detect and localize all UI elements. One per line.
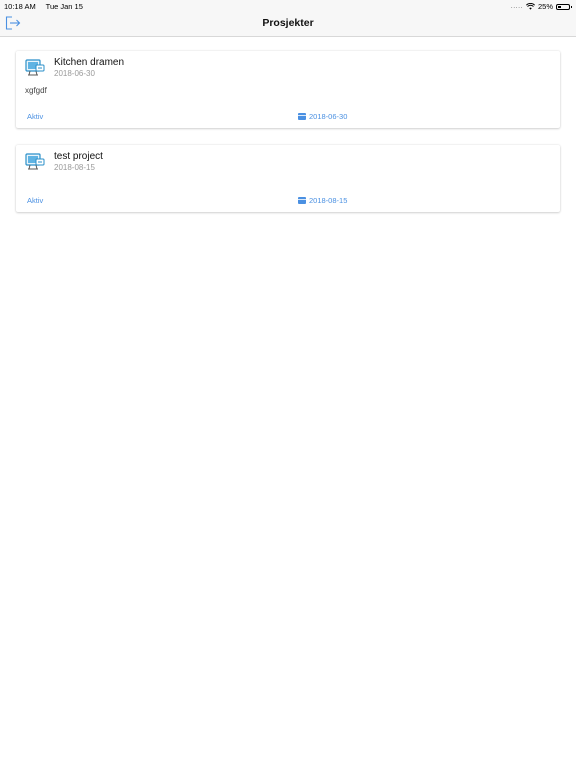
project-date: 2018-08-15 [54,163,95,172]
status-date: Tue Jan 15 [45,2,83,11]
status-left: 10:18 AM Tue Jan 15 [4,2,91,11]
project-icon [25,153,45,170]
due-date-text: 2018-08-15 [309,196,348,205]
project-description: xgfgdf [25,86,47,95]
battery-icon [556,3,572,10]
project-icon [25,59,45,76]
calendar-icon [298,113,306,120]
project-card[interactable]: test project 2018-08-15 Aktiv 2018-08-15 [16,145,560,212]
project-date: 2018-06-30 [54,69,95,78]
project-status[interactable]: Aktiv [27,196,43,205]
wifi-icon [525,3,535,10]
page-title: Prosjekter [262,17,314,29]
project-list: Kitchen dramen 2018-06-30 xgfgdf Aktiv 2… [16,51,560,229]
project-name: test project [54,151,103,162]
signal-dots-icon: ..... [510,3,523,10]
project-due-date: 2018-06-30 [298,112,347,121]
project-status[interactable]: Aktiv [27,112,43,121]
status-time: 10:18 AM [4,2,36,11]
due-date-text: 2018-06-30 [309,112,348,121]
project-due-date: 2018-08-15 [298,196,347,205]
project-name: Kitchen dramen [54,57,125,68]
battery-level [558,5,561,8]
battery-percent: 25% [537,2,553,11]
calendar-icon [298,197,306,204]
status-bar: 10:18 AM Tue Jan 15 ..... 25% [0,0,576,12]
project-card[interactable]: Kitchen dramen 2018-06-30 xgfgdf Aktiv 2… [16,51,560,128]
status-right: ..... 25% [510,2,572,11]
navigation-bar: Prosjekter [0,12,576,37]
